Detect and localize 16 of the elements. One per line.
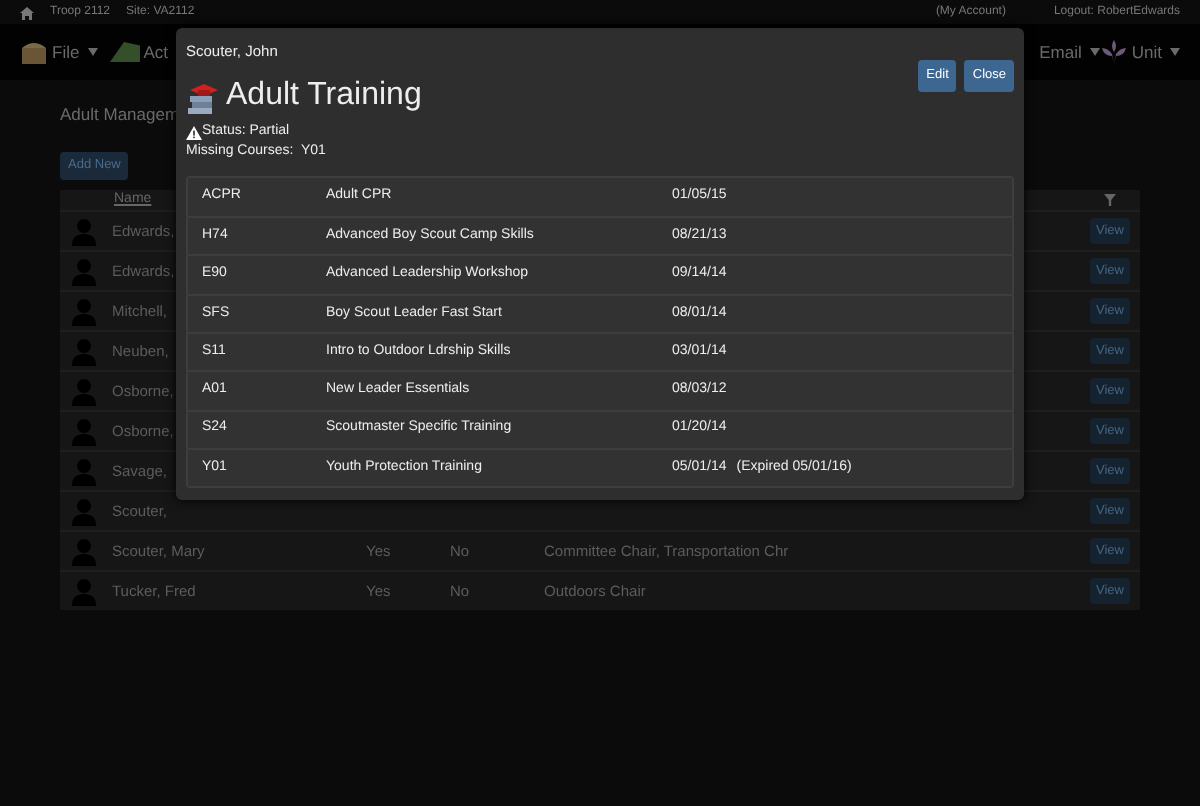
page-heading: Adult Managem (60, 102, 180, 128)
filter-icon[interactable] (1104, 194, 1116, 206)
nav-menu[interactable]: Unit (1131, 39, 1180, 65)
caret-icon (1170, 48, 1180, 56)
nav-menu[interactable]: Email (1039, 39, 1100, 65)
nav-menu[interactable]: Act (143, 39, 168, 65)
chest-icon (20, 38, 48, 66)
dialog-title: Adult Training (226, 80, 422, 113)
home-icon[interactable] (20, 5, 34, 19)
warning-icon (186, 125, 202, 139)
caret-icon (1089, 48, 1100, 56)
tent-icon (109, 38, 140, 66)
nav-menu[interactable]: File (52, 39, 98, 65)
caret-icon (87, 48, 98, 56)
fleur-de-lis-icon (1099, 38, 1128, 66)
books-icon (186, 79, 218, 114)
